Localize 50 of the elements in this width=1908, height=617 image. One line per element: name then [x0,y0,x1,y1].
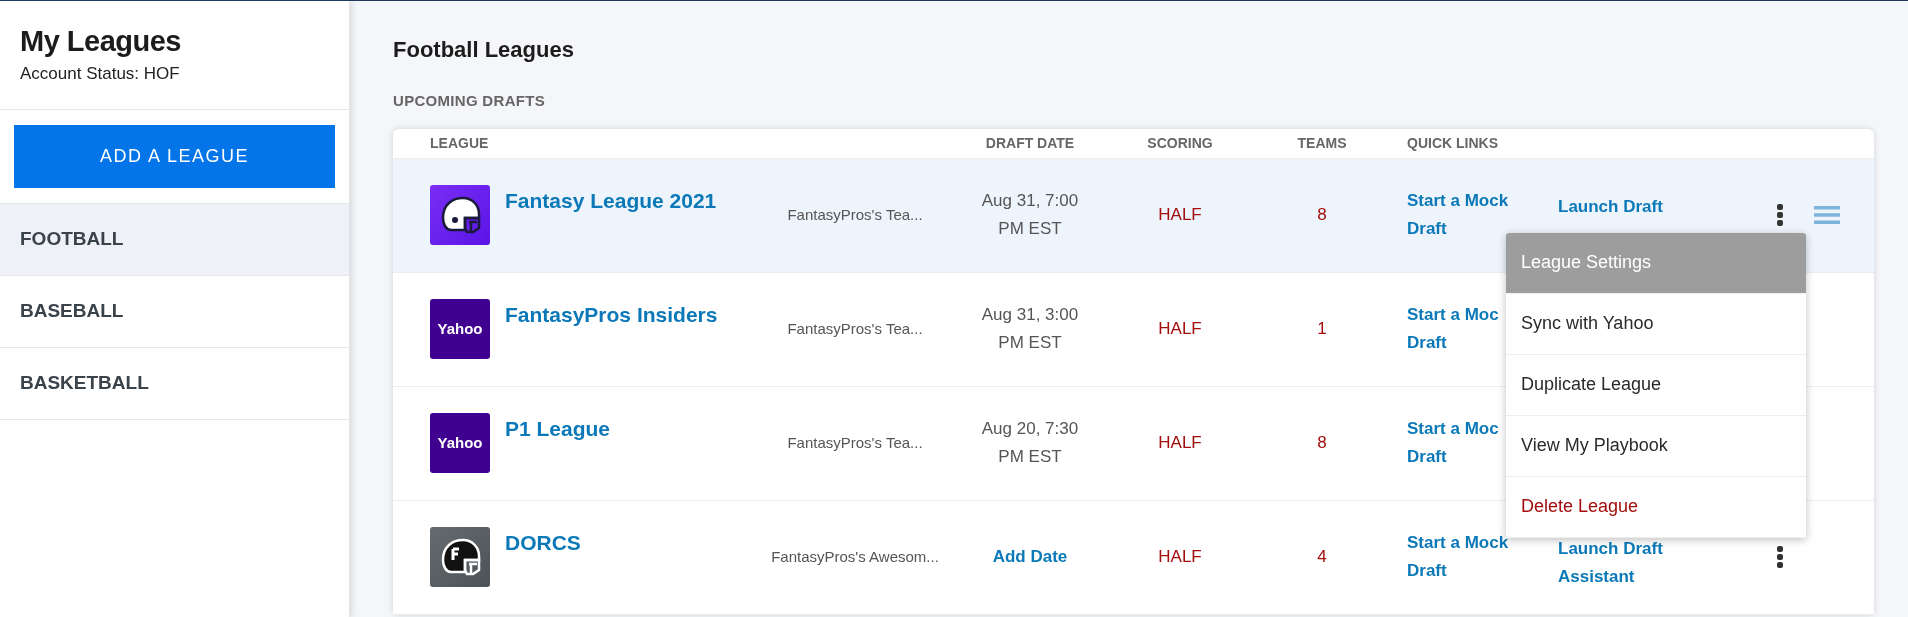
yahoo-logo: Yahoo [430,413,490,473]
mock-draft-link[interactable]: Start a Moc Draft [1407,301,1499,357]
menu-item[interactable]: View My Playbook [1506,415,1806,477]
draft-assistant-link[interactable]: Launch Draft [1558,192,1663,221]
column-header: QUICK LINKS [1407,133,1498,153]
scoring-type: HALF [1158,204,1202,227]
mock-draft-link[interactable]: Start a Mock Draft [1407,187,1509,243]
team-count: 4 [1317,546,1327,569]
draft-date: Aug 31, 7:00 PM EST [981,190,1079,240]
yahoo-logo: Yahoo [430,299,490,359]
column-header: SCORING [1146,133,1214,153]
mock-draft-link[interactable]: Start a Mock Draft [1407,529,1509,585]
column-header: DRAFT DATE [984,133,1076,153]
team-name: FantasyPros's Tea... [787,204,923,225]
sport-tab[interactable]: BASKETBALL [0,347,349,420]
team-count: 8 [1317,432,1327,455]
menu-item[interactable]: League Settings [1506,232,1806,294]
column-header: LEAGUE [430,133,490,153]
add-date-link[interactable]: Add Date [992,544,1068,570]
draft-date: Aug 20, 7:30 PM EST [981,418,1079,468]
scoring-type: HALF [1158,432,1202,455]
league-name-link[interactable]: FantasyPros Insiders [505,302,718,326]
helmet-icon [439,196,481,234]
team-count: 8 [1317,204,1327,227]
more-options-icon[interactable] [1776,545,1784,569]
add-league-button[interactable]: ADD A LEAGUE [14,124,335,188]
more-options-icon[interactable] [1776,203,1784,227]
account-status: Account Status: HOF [20,63,181,85]
drag-handle-icon[interactable] [1814,205,1840,225]
team-name: FantasyPros's Awesom... [771,546,939,567]
menu-item[interactable]: Duplicate League [1506,354,1806,416]
page-title: Football Leagues [393,36,575,64]
helmet-icon [439,538,481,576]
team-name: FantasyPros's Tea... [787,318,923,339]
mock-draft-link[interactable]: Start a Moc Draft [1407,415,1499,471]
team-count: 1 [1317,318,1327,341]
sport-tab[interactable]: FOOTBALL [0,203,349,276]
league-name-link[interactable]: Fantasy League 2021 [505,188,717,212]
league-name-link[interactable]: P1 League [505,416,611,440]
draft-date: Aug 31, 3:00 PM EST [981,304,1079,354]
scoring-type: HALF [1158,546,1202,569]
scoring-type: HALF [1158,318,1202,341]
menu-item[interactable]: Sync with Yahoo [1506,293,1806,355]
sidebar-title: My Leagues [20,24,182,59]
column-header: TEAMS [1296,133,1348,153]
menu-item[interactable]: Delete League [1506,476,1806,538]
section-heading: UPCOMING DRAFTS [393,91,546,111]
team-name: FantasyPros's Tea... [787,432,923,453]
league-name-link[interactable]: DORCS [505,530,581,554]
sport-tab[interactable]: BASEBALL [0,275,349,348]
